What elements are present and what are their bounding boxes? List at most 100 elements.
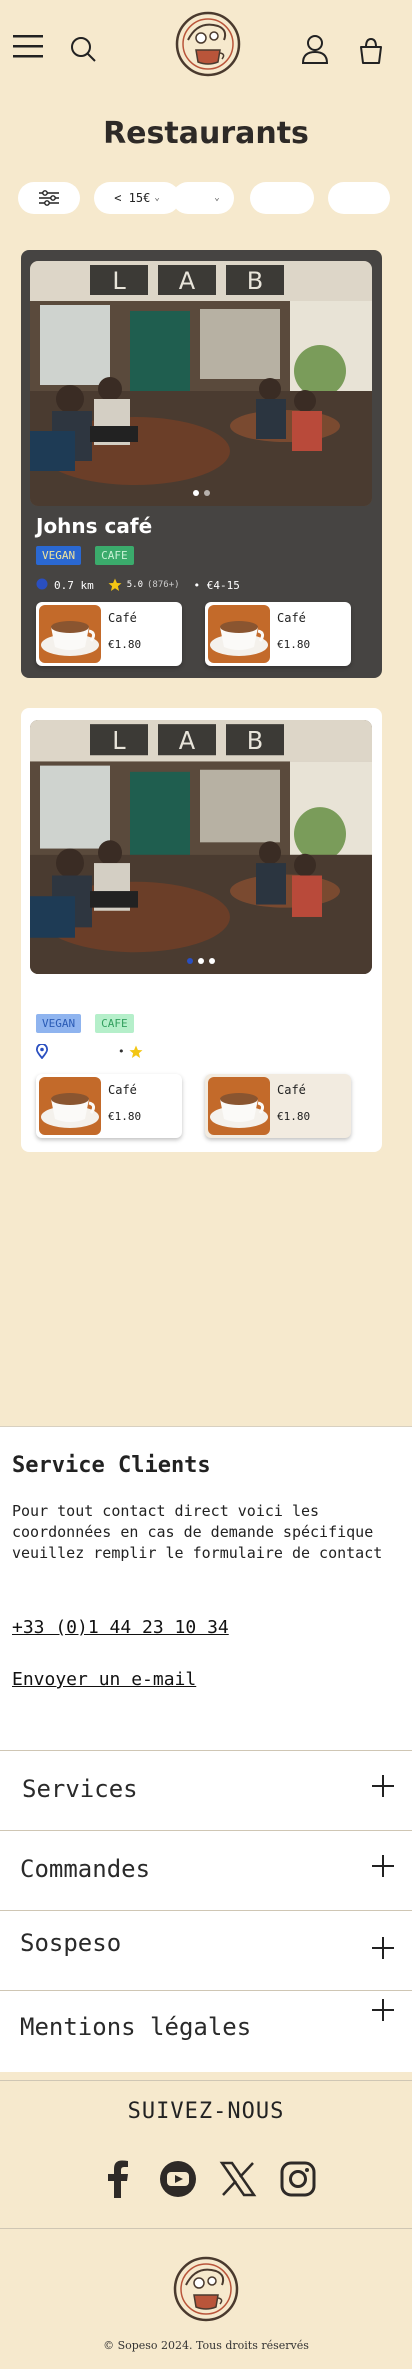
product-price: €1.80 <box>277 638 311 651</box>
coffee-cup-image <box>208 1077 270 1135</box>
restaurant-card[interactable]: L A B Johns café VEGAN CAFE 0.7 km 5.0 (… <box>21 250 382 678</box>
product-card[interactable]: Café €1.80 <box>205 602 351 666</box>
x-link[interactable] <box>218 2159 258 2199</box>
distance <box>36 1044 54 1059</box>
accordion-label: Commandes <box>20 1855 151 1883</box>
product-image <box>208 605 270 663</box>
carousel-dots <box>30 490 372 496</box>
product-image <box>39 605 101 663</box>
cafe-interior-image: L A B <box>30 720 372 974</box>
price-range: • €4-15 <box>193 578 240 592</box>
follow-us-title: SUIVEZ-NOUS <box>127 2099 285 2124</box>
filter-settings-button[interactable] <box>18 182 80 214</box>
accordion-item-mentions-legales[interactable]: Mentions légales <box>0 1990 412 2072</box>
coffee-cup-image <box>39 605 101 663</box>
svg-text:B: B <box>247 726 263 756</box>
product-price: €1.80 <box>277 1110 311 1123</box>
star-icon <box>108 578 122 591</box>
restaurant-photo[interactable]: L A B <box>30 720 372 974</box>
cafe-interior-image: L A B <box>30 261 372 506</box>
filter-bar: < 15€ ⌄ ⌄ <box>18 182 394 214</box>
youtube-link[interactable] <box>158 2159 198 2199</box>
star-icon <box>129 1045 143 1058</box>
x-icon <box>219 2161 257 2197</box>
svg-text:A: A <box>179 726 196 756</box>
carousel-dots <box>30 958 372 964</box>
facebook-icon <box>108 2160 128 2198</box>
distance-value: 0.7 km <box>54 578 94 592</box>
price-filter-label: < 15€ <box>114 191 151 205</box>
filter-pill[interactable] <box>250 182 314 214</box>
carousel-dot[interactable] <box>198 958 204 964</box>
product-card[interactable]: Café €1.80 <box>205 1074 351 1138</box>
restaurant-photo[interactable]: L A B <box>30 261 372 506</box>
product-price: €1.80 <box>108 1110 142 1123</box>
product-card[interactable]: Café €1.80 <box>36 602 182 666</box>
sliders-icon <box>39 190 59 206</box>
svg-text:B: B <box>247 267 263 295</box>
restaurant-card[interactable]: L A B VEGAN CAFE • Café €1.80 Café €1.80 <box>21 708 382 1152</box>
rating <box>129 1045 143 1059</box>
accordion-label: Services <box>22 1775 138 1803</box>
site-header <box>0 0 412 100</box>
distance: 0.7 km <box>36 578 94 592</box>
page-title: Restaurants <box>103 116 309 151</box>
youtube-icon <box>160 2161 196 2197</box>
carousel-dot[interactable] <box>203 490 210 496</box>
plus-icon <box>368 1771 398 1801</box>
phone-link[interactable]: +33 (0)1 44 23 10 34 <box>12 1617 229 1638</box>
price-range: • <box>118 1045 125 1058</box>
tag-list: VEGAN CAFE <box>36 1014 134 1033</box>
tag-vegan: VEGAN <box>36 1014 82 1033</box>
plus-icon <box>368 1851 398 1881</box>
footer-logo[interactable] <box>172 2255 240 2323</box>
account-button[interactable] <box>300 33 330 65</box>
carousel-dot[interactable] <box>209 958 215 964</box>
plus-icon <box>368 1995 398 2025</box>
email-link[interactable]: Envoyer un e-mail <box>12 1669 196 1690</box>
product-name: Café <box>277 1083 306 1097</box>
copyright-text: © Sopeso 2024. Tous droits réservés <box>103 2339 309 2352</box>
chevron-down-icon: ⌄ <box>214 193 220 203</box>
logo-icon <box>175 11 241 77</box>
tag-cafe: CAFE <box>95 1014 134 1033</box>
tag-vegan: VEGAN <box>36 546 82 565</box>
logo-icon <box>173 2256 239 2322</box>
instagram-link[interactable] <box>278 2159 318 2199</box>
coffee-cup-image <box>39 1077 101 1135</box>
restaurant-meta: • <box>36 1044 157 1059</box>
product-list: Café €1.80 Café €1.80 <box>36 602 351 666</box>
search-button[interactable] <box>68 34 98 64</box>
user-icon <box>301 35 329 64</box>
cart-button[interactable] <box>356 36 386 66</box>
customer-service-section: Service Clients Pour tout contact direct… <box>0 1426 412 1750</box>
restaurant-name[interactable]: Johns café <box>36 514 152 538</box>
svg-text:L: L <box>112 267 126 295</box>
filter-dropdown[interactable]: ⌄ <box>172 182 234 214</box>
accordion-item-commandes[interactable]: Commandes <box>0 1830 412 1910</box>
menu-button[interactable] <box>12 30 46 64</box>
carousel-dot[interactable] <box>192 490 199 496</box>
accordion-item-sospeso[interactable]: Sospeso <box>0 1910 412 1990</box>
carousel-dot[interactable] <box>187 958 193 964</box>
accordion-item-services[interactable]: Services <box>0 1750 412 1830</box>
product-list: Café €1.80 Café €1.80 <box>36 1074 351 1138</box>
sospeso-logo[interactable] <box>174 10 242 78</box>
instagram-icon <box>280 2161 316 2197</box>
price-filter[interactable]: < 15€ ⌄ <box>94 182 180 214</box>
restaurant-meta: 0.7 km 5.0 (876+) • €4-15 <box>36 578 254 592</box>
location-pin-icon <box>36 578 48 590</box>
tag-list: VEGAN CAFE <box>36 546 134 565</box>
social-section: SUIVEZ-NOUS <box>0 2080 412 2228</box>
product-card[interactable]: Café €1.80 <box>36 1074 182 1138</box>
facebook-link[interactable] <box>98 2159 138 2199</box>
filter-pill[interactable] <box>328 182 390 214</box>
product-name: Café <box>277 611 306 625</box>
footer-accordion: Services Commandes Sospeso Mentions léga… <box>0 1750 412 2072</box>
product-image <box>39 1077 101 1135</box>
rating-value: 5.0 <box>126 580 144 590</box>
svg-text:A: A <box>179 267 196 295</box>
review-count: (876+) <box>147 580 180 590</box>
product-image <box>208 1077 270 1135</box>
footer-bottom: © Sopeso 2024. Tous droits réservés <box>0 2228 412 2369</box>
